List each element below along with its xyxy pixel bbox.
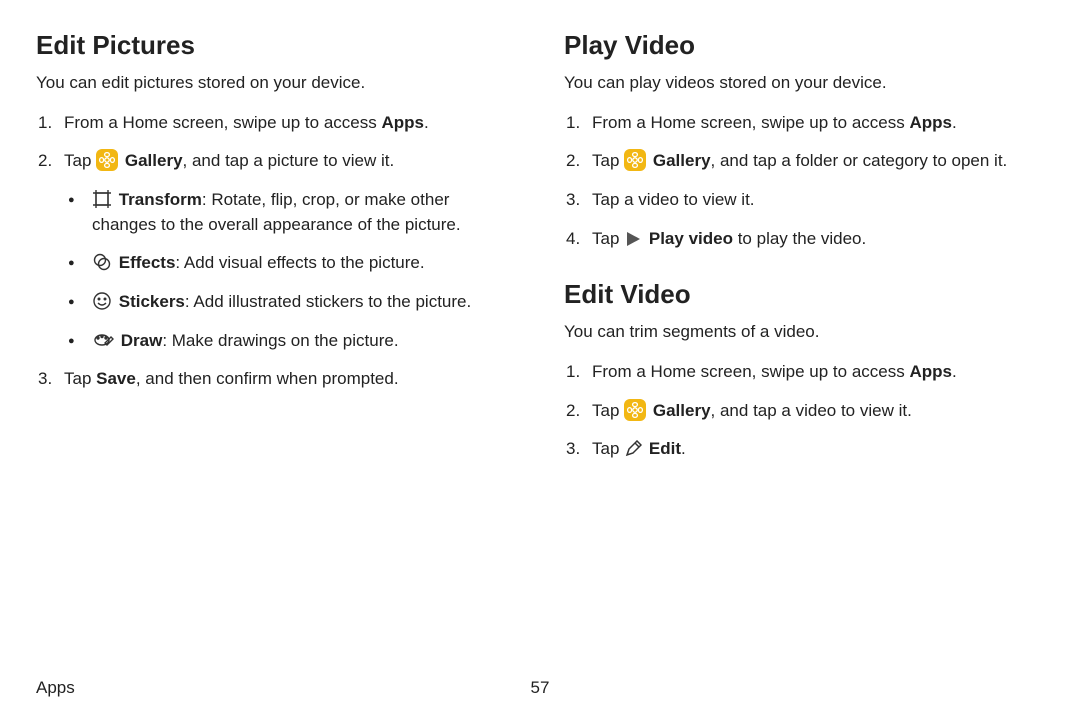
footer-section-label: Apps [36, 678, 75, 698]
step-1: From a Home screen, swipe up to access A… [36, 111, 516, 136]
gallery-icon [624, 399, 646, 421]
play-icon [624, 230, 642, 248]
draw-icon [92, 330, 114, 350]
edit-video-steps: From a Home screen, swipe up to access A… [564, 360, 1044, 462]
pv-step-1: From a Home screen, swipe up to access A… [564, 111, 1044, 136]
option-transform: Transform: Rotate, flip, crop, or make o… [64, 188, 516, 237]
edit-pictures-steps: From a Home screen, swipe up to access A… [36, 111, 516, 392]
option-stickers: Stickers: Add illustrated stickers to th… [64, 290, 516, 315]
gallery-icon [96, 149, 118, 171]
ev-step-1: From a Home screen, swipe up to access A… [564, 360, 1044, 385]
play-video-steps: From a Home screen, swipe up to access A… [564, 111, 1044, 252]
intro-edit-pictures: You can edit pictures stored on your dev… [36, 71, 516, 95]
pv-step-3: Tap a video to view it. [564, 188, 1044, 213]
pv-step-4: Tap Play video to play the video. [564, 227, 1044, 252]
left-column: Edit Pictures You can edit pictures stor… [36, 30, 516, 476]
ev-step-2: Tap Gallery, and tap a video to view it. [564, 399, 1044, 424]
pv-step-2: Tap Gallery, and tap a folder or categor… [564, 149, 1044, 174]
option-effects: Effects: Add visual effects to the pictu… [64, 251, 516, 276]
effects-icon [92, 252, 112, 272]
edit-pictures-section: Edit Pictures You can edit pictures stor… [36, 30, 516, 392]
page-footer: Apps 57 [36, 678, 1044, 698]
gallery-icon [624, 149, 646, 171]
intro-play-video: You can play videos stored on your devic… [564, 71, 1044, 95]
heading-edit-pictures: Edit Pictures [36, 30, 516, 61]
play-video-section: Play Video You can play videos stored on… [564, 30, 1044, 251]
step-2: Tap Gallery, and tap a picture to view i… [36, 149, 516, 353]
edit-pencil-icon [624, 440, 642, 458]
stickers-icon [92, 291, 112, 311]
step-3: Tap Save, and then confirm when prompted… [36, 367, 516, 392]
ev-step-3: Tap Edit. [564, 437, 1044, 462]
option-draw: Draw: Make drawings on the picture. [64, 329, 516, 354]
intro-edit-video: You can trim segments of a video. [564, 320, 1044, 344]
edit-video-section: Edit Video You can trim segments of a vi… [564, 279, 1044, 462]
heading-edit-video: Edit Video [564, 279, 1044, 310]
footer-page-number: 57 [531, 678, 550, 698]
edit-options-list: Transform: Rotate, flip, crop, or make o… [64, 188, 516, 353]
transform-icon [92, 189, 112, 209]
right-column: Play Video You can play videos stored on… [564, 30, 1044, 476]
heading-play-video: Play Video [564, 30, 1044, 61]
